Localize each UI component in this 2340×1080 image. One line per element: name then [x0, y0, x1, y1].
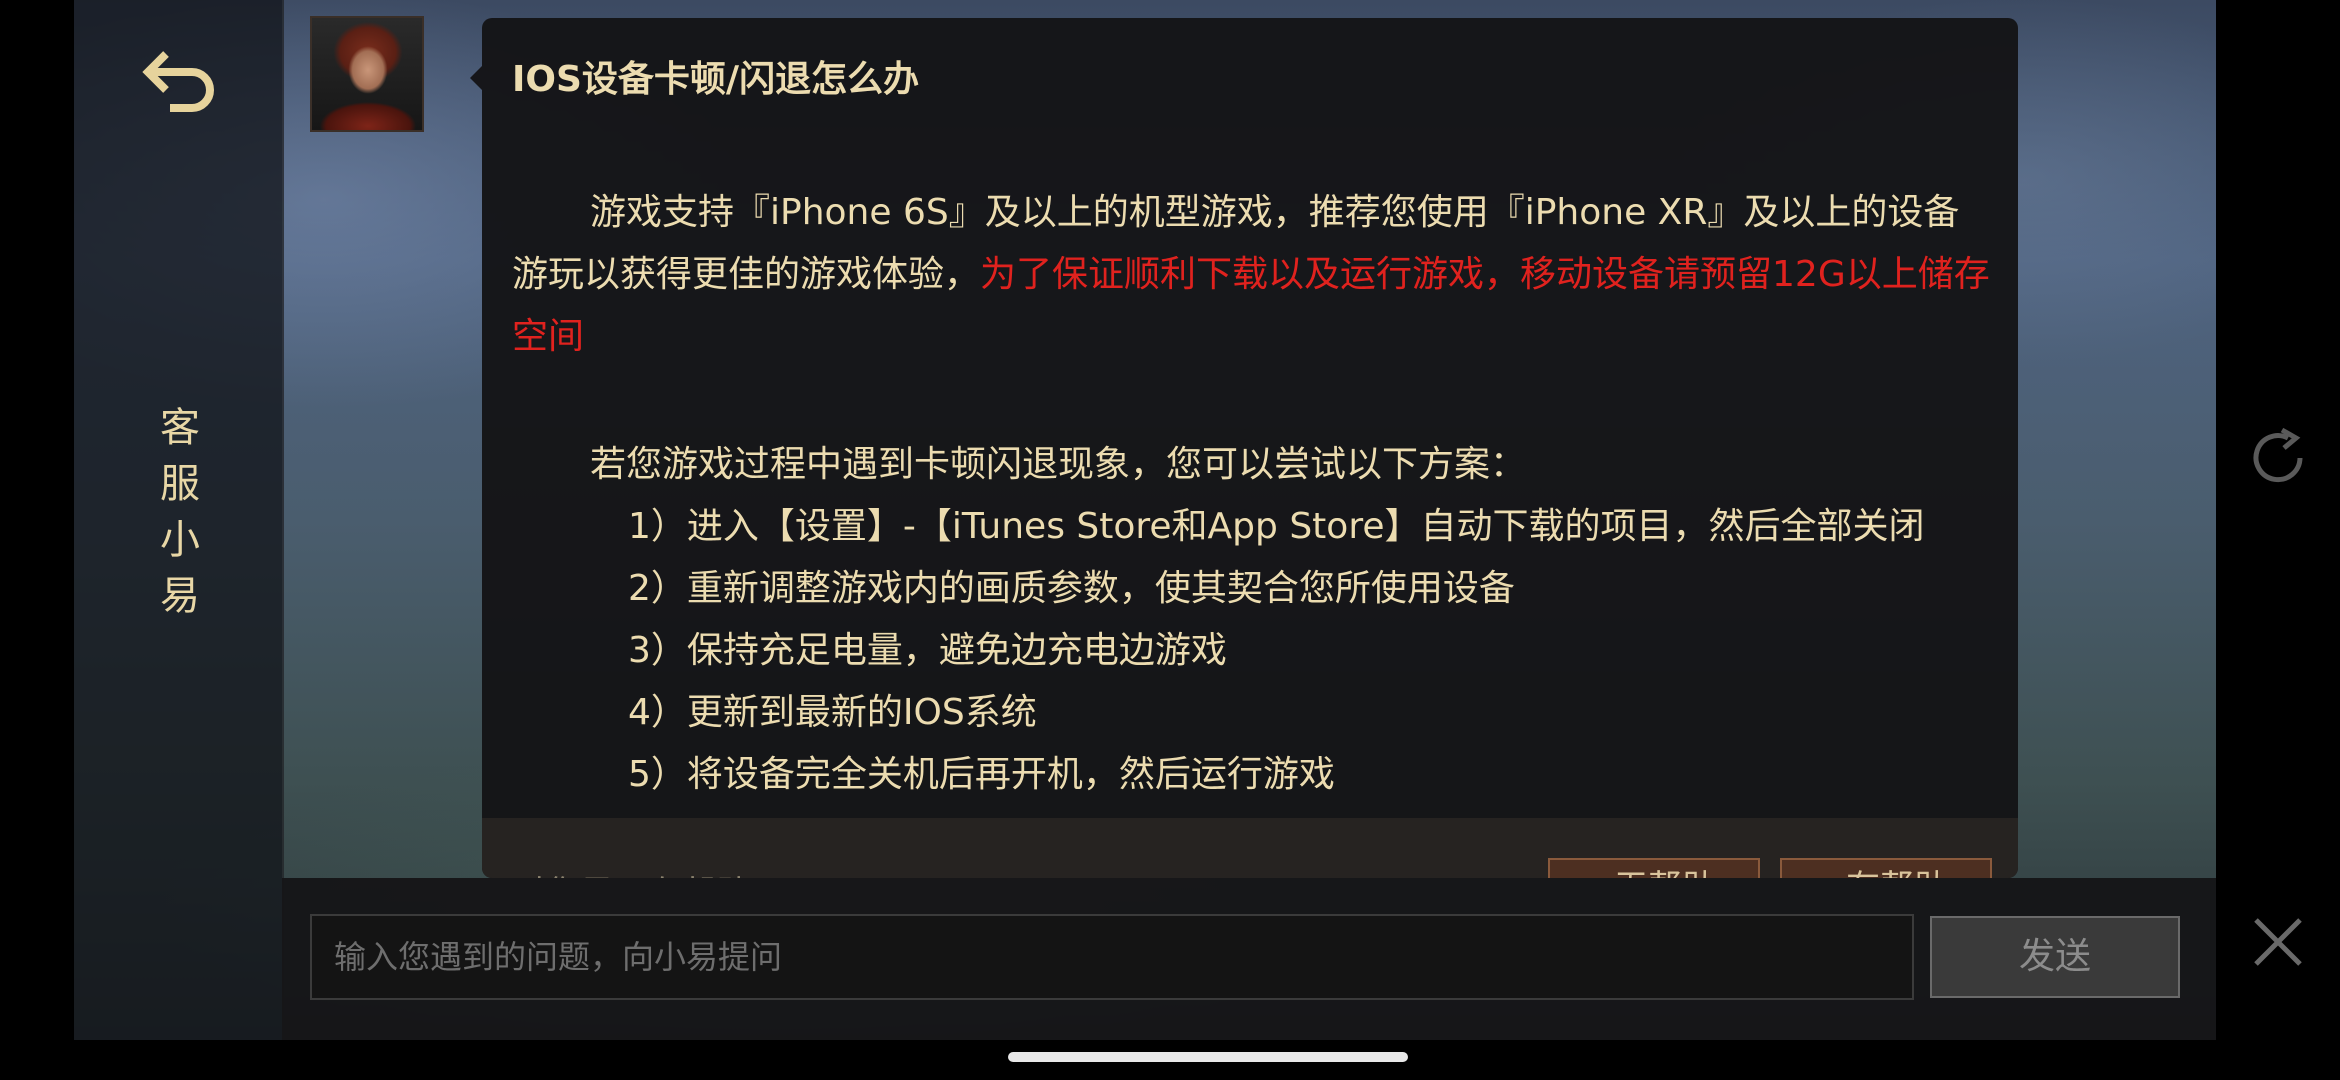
close-button[interactable] — [2250, 914, 2306, 970]
article-title: IOS设备卡顿/闪退怎么办 — [512, 59, 920, 100]
message-bubble: IOS设备卡顿/闪退怎么办 游戏支持『iPhone 6S』及以上的机型游戏，推荐… — [482, 18, 2018, 878]
back-arrow-icon — [142, 51, 214, 112]
helpful-button[interactable]: 有帮助 — [1780, 858, 1992, 878]
home-indicator[interactable] — [1008, 1052, 1408, 1062]
not-helpful-label: 无帮助 — [1614, 868, 1716, 878]
tips-intro: 若您游戏过程中遇到卡顿闪退现象，您可以尝试以下方案： — [590, 444, 1527, 485]
sidebar-title: 客 服 小 易 — [140, 400, 220, 624]
tip-item: 1）进入【设置】-【iTunes Store和App Store】自动下载的项目… — [628, 506, 1925, 547]
feedback-question: 对您是否有帮助? — [512, 866, 768, 878]
feedback-bar: 对您是否有帮助? 无帮助 有帮助 — [482, 818, 2018, 878]
intro-paragraph: 游戏支持『iPhone 6S』及以上的机型游戏，推荐您使用『iPhone XR』… — [512, 182, 1992, 368]
sidebar-title-char: 服 — [160, 461, 200, 507]
back-button[interactable] — [140, 46, 220, 118]
refresh-icon — [2253, 427, 2303, 483]
refresh-button[interactable] — [2244, 424, 2312, 492]
sidebar-title-char: 易 — [160, 573, 200, 619]
tip-item: 3）保持充足电量，避免边充电边游戏 — [628, 630, 1227, 671]
send-button[interactable]: 发送 — [1930, 916, 2180, 998]
sidebar-title-char: 客 — [160, 405, 200, 451]
bubble-tail — [470, 66, 482, 90]
helpful-label: 有帮助 — [1846, 868, 1948, 878]
customer-service-screen: 客 服 小 易 IOS设备卡顿/闪退怎么办 游戏支持『iPhone 6S』及以上… — [0, 0, 2340, 1080]
tip-item: 5）将设备完全关机后再开机，然后运行游戏 — [628, 754, 1335, 795]
close-icon — [2254, 918, 2302, 966]
tips-paragraph: 若您游戏过程中遇到卡顿闪退现象，您可以尝试以下方案： 1）进入【设置】-【iTu… — [512, 434, 1992, 806]
tip-item: 4）更新到最新的IOS系统 — [628, 692, 1037, 733]
agent-avatar — [310, 16, 424, 132]
sidebar-title-char: 小 — [160, 517, 200, 563]
tip-item: 2）重新调整游戏内的画质参数，使其契合您所使用设备 — [628, 568, 1515, 609]
question-input[interactable] — [310, 914, 1914, 1000]
not-helpful-button[interactable]: 无帮助 — [1548, 858, 1760, 878]
